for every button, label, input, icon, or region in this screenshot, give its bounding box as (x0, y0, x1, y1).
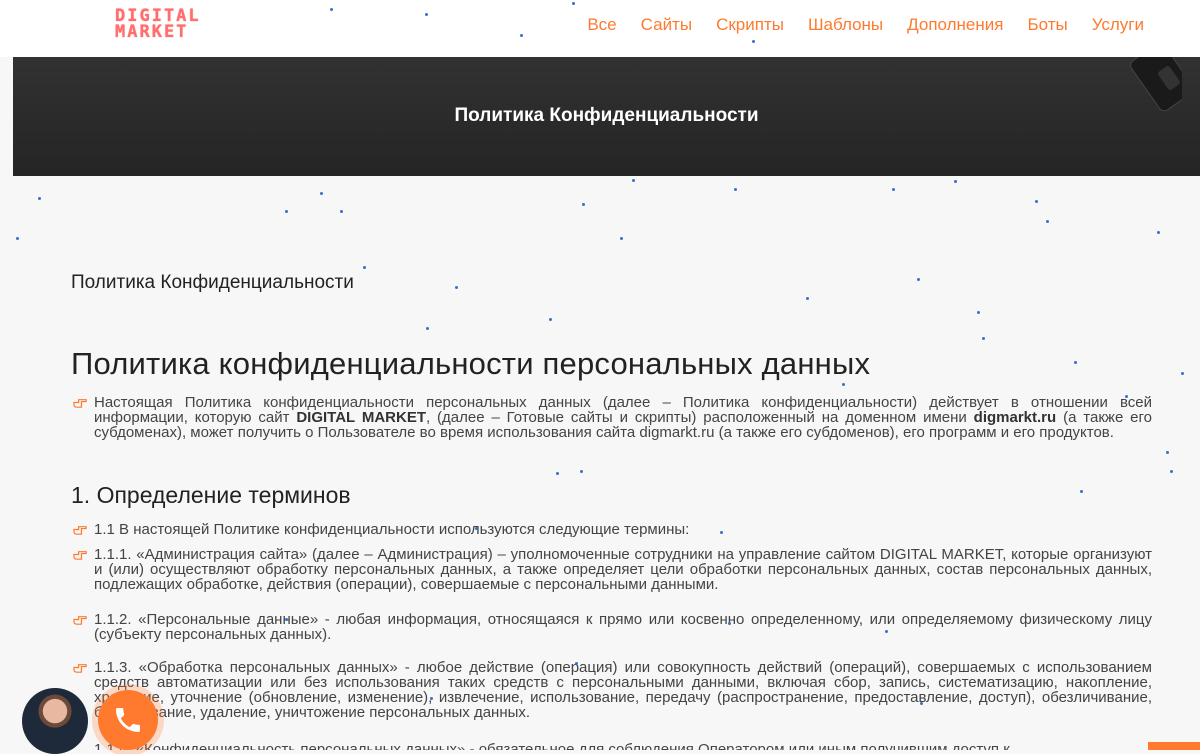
section-title: 1. Определение терминов (71, 482, 351, 508)
nav-item-bots[interactable]: Боты (1027, 15, 1067, 35)
content-area: Политика Конфиденциальности Политика кон… (0, 176, 1200, 750)
top-navigation: DIGITAL MARKET Все Сайты Скрипты Шаблоны… (0, 0, 1200, 57)
breadcrumb: Политика Конфиденциальности (71, 272, 354, 293)
paragraph-1-1-1: 1.1.1. «Администрация сайта» (далее – Ад… (73, 546, 1152, 593)
call-button[interactable] (98, 690, 158, 750)
nav-item-addons[interactable]: Дополнения (907, 15, 1003, 35)
hand-point-right-icon (73, 664, 87, 673)
page-title: Политика конфиденциальности персональных… (71, 346, 871, 381)
hero-title: Политика Конфиденциальности (454, 105, 759, 126)
paragraph-text: 1.1.3. «Обработка персональных данных» -… (94, 659, 1152, 721)
intro-paragraph: Настоящая Политика конфиденциальности пе… (73, 395, 1152, 440)
logo-line2: MARKET (115, 22, 189, 42)
paragraph-1-1-3: 1.1.3. «Обработка персональных данных» -… (73, 659, 1152, 721)
phone-icon (116, 708, 140, 732)
hand-point-right-icon (73, 526, 87, 535)
paragraph-text: 1.1.1. «Администрация сайта» (далее – Ад… (94, 546, 1152, 593)
paragraph-1-1-4: 1.1.4. «Конфиденциальность персональных … (80, 742, 1152, 750)
hand-point-right-icon (73, 551, 87, 560)
paragraph-text: 1.1.2. «Персональные данные» - любая инф… (94, 611, 1152, 643)
main-nav: Все Сайты Скрипты Шаблоны Дополнения Бот… (563, 15, 1144, 35)
hand-point-right-icon (73, 616, 87, 625)
nav-item-sites[interactable]: Сайты (641, 15, 692, 35)
nav-item-templates[interactable]: Шаблоны (808, 15, 883, 35)
hero-banner: Политика Конфиденциальности (13, 57, 1200, 176)
paragraph-text: 1.1 В настоящей Политике конфиденциально… (94, 521, 690, 538)
paragraph-1-1: 1.1 В настоящей Политике конфиденциально… (73, 521, 1152, 538)
scroll-top-button[interactable] (1148, 742, 1200, 750)
paragraph-text: 1.1.4. «Конфиденциальность персональных … (80, 742, 1152, 750)
nav-item-scripts[interactable]: Скрипты (716, 15, 784, 35)
paragraph-1-1-2: 1.1.2. «Персональные данные» - любая инф… (73, 611, 1152, 643)
hand-point-right-icon (73, 399, 87, 408)
nav-item-all[interactable]: Все (587, 15, 616, 35)
nav-item-services[interactable]: Услуги (1092, 15, 1144, 35)
consultant-avatar[interactable] (22, 688, 88, 754)
site-logo[interactable]: DIGITAL MARKET (115, 8, 205, 42)
